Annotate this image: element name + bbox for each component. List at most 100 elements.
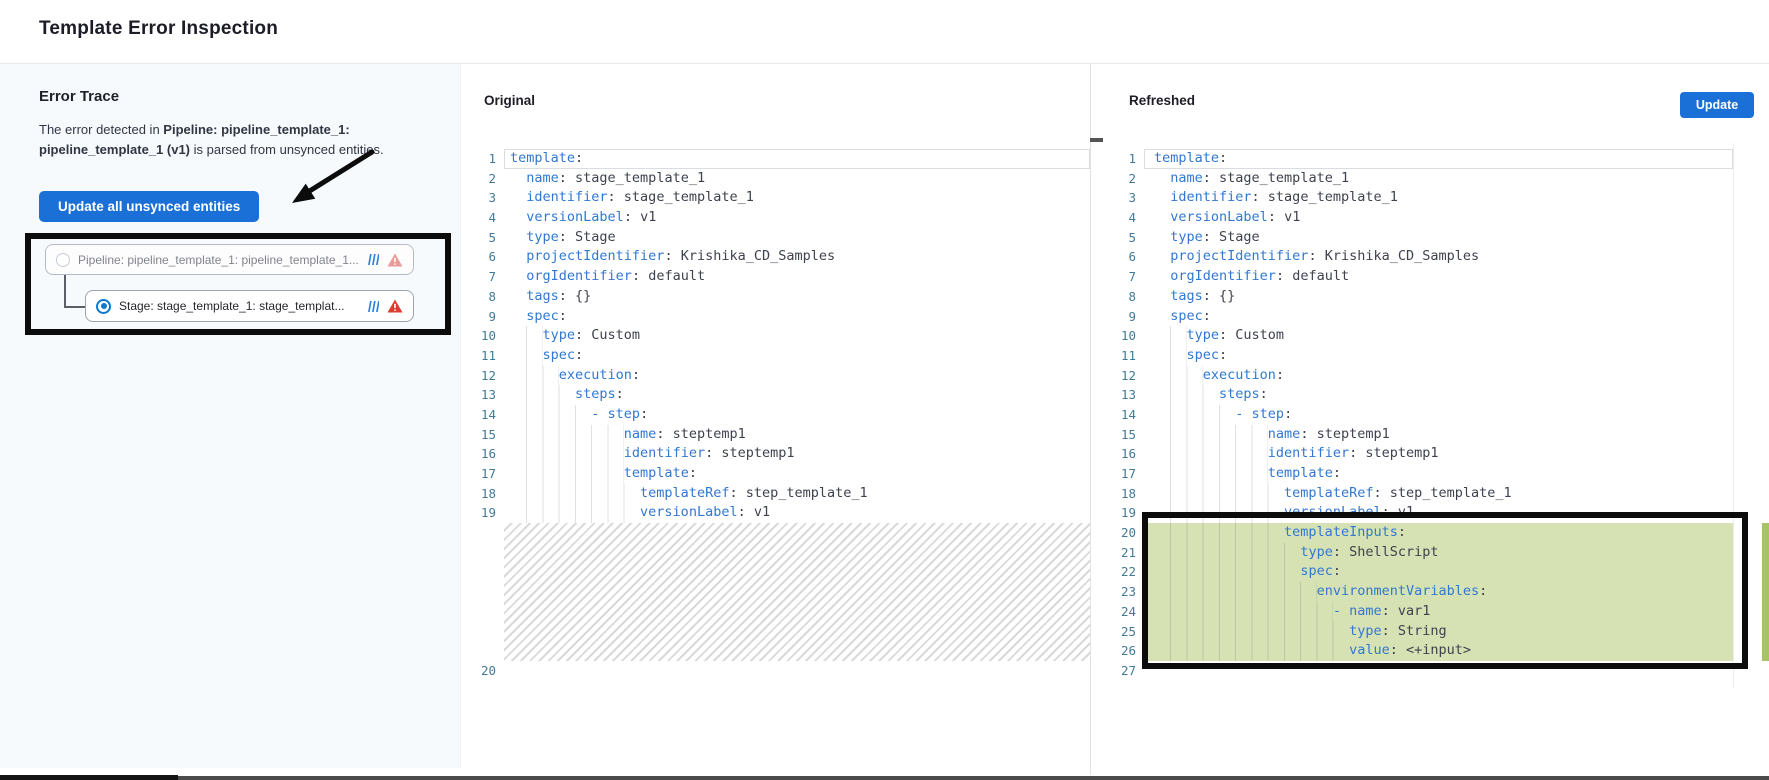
code-line: 5 type: Stage: [461, 228, 1090, 248]
code-line: 19 versionLabel: v1: [1091, 503, 1733, 523]
code-line: 17 template:: [461, 464, 1090, 484]
line-number: 26: [1091, 641, 1144, 661]
yaml-key: versionLabel: [1170, 209, 1268, 225]
code-line: 20 templateInputs:: [1091, 523, 1733, 543]
yaml-key: type: [1349, 623, 1382, 639]
warning-icon: [387, 299, 403, 313]
line-number: 5: [461, 228, 504, 248]
indent-guides: [1170, 425, 1268, 445]
code-line: 4 versionLabel: v1: [461, 208, 1090, 228]
line-number: 1: [461, 149, 504, 169]
yaml-key: templateRef: [1284, 485, 1373, 501]
code-line-content: template:: [504, 149, 1090, 169]
tree-item-label: Stage: stage_template_1: stage_templat..…: [119, 299, 359, 313]
code-line-content: identifier: stage_template_1: [1144, 188, 1733, 208]
indent-guides: [1170, 543, 1300, 563]
code-line-content: templateInputs:: [1144, 523, 1733, 543]
yaml-key: template: [1268, 465, 1333, 481]
yaml-key: step: [608, 406, 641, 422]
yaml-value: : Krishika_CD_Samples: [1308, 248, 1479, 264]
yaml-key: identifier: [1268, 445, 1349, 461]
code-line-content: tags: {}: [504, 287, 1090, 307]
code-line-content: identifier: steptemp1: [1144, 444, 1733, 464]
error-description-part: is parsed from unsynced entities.: [190, 142, 384, 157]
code-line-content: type: String: [1144, 622, 1733, 642]
yaml-key: value: [1349, 642, 1390, 658]
code-line-content: identifier: steptemp1: [504, 444, 1090, 464]
code-line: 5 type: Stage: [1091, 228, 1733, 248]
code-line-content: spec:: [1144, 307, 1733, 327]
update-button[interactable]: Update: [1680, 92, 1754, 118]
code-line-content: spec:: [1144, 562, 1733, 582]
code-line-content: name: steptemp1: [1144, 425, 1733, 445]
panel-divider: [1090, 64, 1091, 775]
refreshed-editor[interactable]: 1template:2 name: stage_template_13 iden…: [1091, 149, 1733, 681]
line-number: 18: [461, 484, 504, 504]
yaml-key: environmentVariables: [1317, 583, 1480, 599]
yaml-key: type: [1170, 229, 1203, 245]
line-number: 27: [1091, 661, 1144, 681]
line-number: 17: [461, 464, 504, 484]
yaml-value: : Custom: [1219, 327, 1284, 343]
yaml-value: : steptemp1: [1349, 445, 1438, 461]
bottom-edge-bar: [178, 776, 1769, 780]
indent-guides: [1170, 484, 1284, 504]
yaml-key: name: [1349, 603, 1382, 619]
line-number: 15: [461, 425, 504, 445]
line-number: 9: [1091, 307, 1144, 327]
line-number: 24: [1091, 602, 1144, 622]
yaml-value: : Krishika_CD_Samples: [664, 248, 835, 264]
line-number: 19: [461, 503, 504, 523]
code-line-content: [1144, 661, 1733, 681]
code-line: 11 spec:: [461, 346, 1090, 366]
code-line-content: name: stage_template_1: [504, 169, 1090, 189]
code-line: 25 type: String: [1091, 622, 1733, 642]
yaml-value: : ShellScript: [1333, 544, 1439, 560]
code-line-content: type: Custom: [1144, 326, 1733, 346]
code-line: 10 type: Custom: [1091, 326, 1733, 346]
refreshed-panel-title: Refreshed: [1129, 93, 1195, 108]
yaml-key: versionLabel: [526, 209, 624, 225]
error-trace-title: Error Trace: [39, 88, 119, 105]
code-line-content: name: steptemp1: [504, 425, 1090, 445]
yaml-key: spec: [526, 308, 559, 324]
yaml-value: : stage_template_1: [608, 189, 754, 205]
stage-radio-selected[interactable]: [96, 299, 111, 314]
yaml-value: :: [1398, 524, 1406, 540]
indent-guides: [526, 425, 624, 445]
code-line: 8 tags: {}: [461, 287, 1090, 307]
yaml-key: template: [1154, 150, 1219, 166]
yaml-value: : default: [632, 268, 705, 284]
line-number: 12: [1091, 366, 1144, 386]
code-line-content: spec:: [1144, 346, 1733, 366]
error-trace-panel: Error Trace The error detected in Pipeli…: [0, 64, 461, 768]
code-line-content: type: ShellScript: [1144, 543, 1733, 563]
line-number: 2: [461, 169, 504, 189]
yaml-value: : steptemp1: [656, 426, 745, 442]
yaml-key: spec: [1187, 347, 1220, 363]
bottom-edge-bar: [0, 775, 178, 780]
yaml-key: steps: [1219, 386, 1260, 402]
code-line-content: value: <+input>: [1144, 641, 1733, 661]
line-number: 11: [1091, 346, 1144, 366]
original-editor[interactable]: 1template:2 name: stage_template_13 iden…: [461, 149, 1090, 681]
update-all-unsynced-button[interactable]: Update all unsynced entities: [39, 191, 259, 222]
line-number: 9: [461, 307, 504, 327]
tree-item-pipeline[interactable]: Pipeline: pipeline_template_1: pipeline_…: [45, 244, 414, 275]
yaml-value: : v1: [624, 209, 657, 225]
line-number: 3: [461, 188, 504, 208]
indent-guides: [1170, 326, 1186, 346]
code-line: 13 steps:: [1091, 385, 1733, 405]
indent-guides: [1170, 582, 1316, 602]
line-number: 1: [1091, 149, 1144, 169]
code-line-content: versionLabel: v1: [1144, 503, 1733, 523]
pipeline-radio[interactable]: [56, 253, 70, 267]
yaml-value: : {}: [1203, 288, 1236, 304]
yaml-value: : {}: [559, 288, 592, 304]
tree-item-stage[interactable]: Stage: stage_template_1: stage_templat..…: [85, 290, 414, 322]
code-line: 9 spec:: [1091, 307, 1733, 327]
yaml-value: : v1: [1382, 504, 1415, 520]
indent-guides: [526, 385, 575, 405]
yaml-key: projectIdentifier: [1170, 248, 1308, 264]
code-line-content: type: Stage: [1144, 228, 1733, 248]
